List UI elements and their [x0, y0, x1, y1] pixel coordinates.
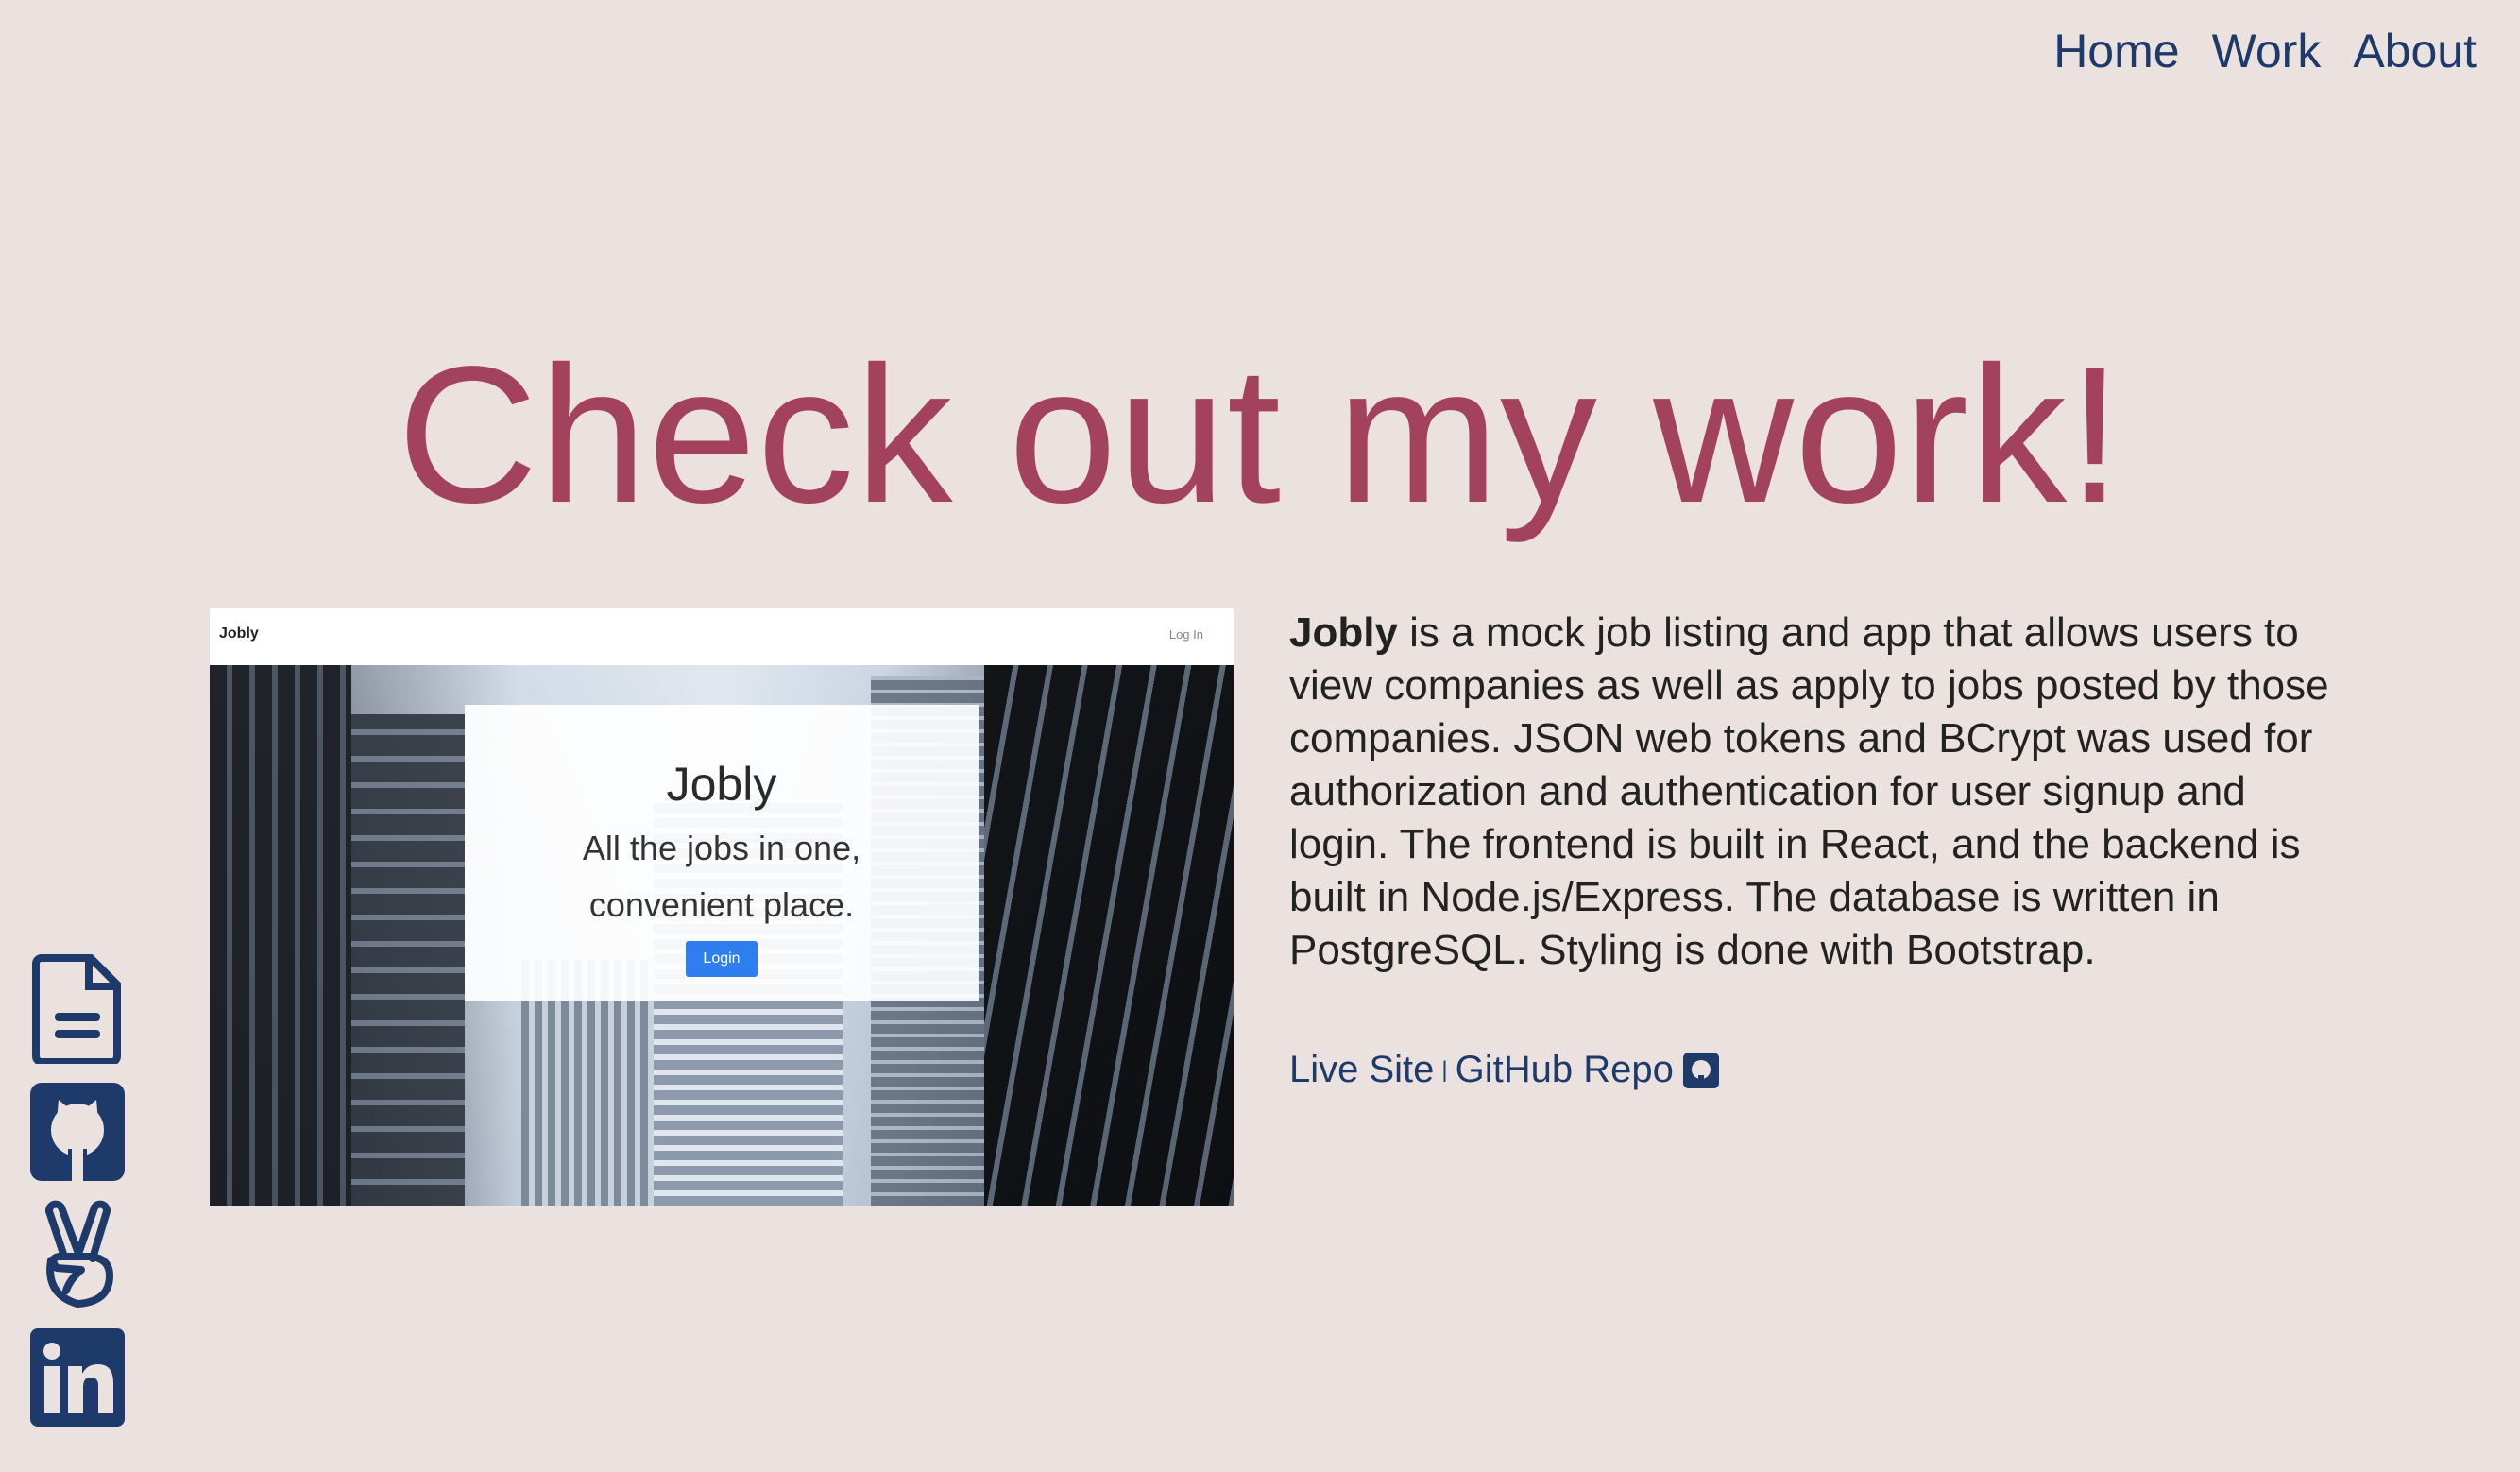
- top-nav: Home Work About: [2053, 21, 2477, 81]
- linkedin-icon[interactable]: [28, 1323, 127, 1432]
- nav-about-link[interactable]: About: [2353, 21, 2477, 81]
- project-description: Jobly is a mock job listing and app that…: [1289, 607, 2338, 977]
- angellist-icon[interactable]: [28, 1200, 127, 1309]
- page: Home Work About Check out my work! Jobly…: [0, 0, 2520, 1472]
- nav-work-link[interactable]: Work: [2212, 21, 2322, 81]
- github-repo-link[interactable]: GitHub Repo: [1456, 1049, 1674, 1091]
- github-icon[interactable]: [1682, 1052, 1719, 1088]
- project-links: Live Site | GitHub Repo: [1289, 1049, 1719, 1091]
- nav-home-link[interactable]: Home: [2053, 21, 2179, 81]
- building-shape: [351, 714, 465, 1206]
- github-icon[interactable]: [28, 1077, 127, 1187]
- project-name: Jobly: [1289, 609, 1398, 656]
- resume-icon[interactable]: [28, 954, 127, 1064]
- screenshot-login-button: Login: [686, 941, 758, 977]
- screenshot-card-subtitle: All the jobs in one, convenient place.: [582, 829, 861, 924]
- screenshot-card: Jobly All the jobs in one, convenient pl…: [465, 705, 979, 1001]
- building-shape: [210, 665, 351, 1206]
- screenshot-navbar: Jobly Log In: [210, 608, 1234, 666]
- screenshot-brand: Jobly: [219, 625, 259, 642]
- project-screenshot: Jobly Log In Jobly All the jobs in one, …: [210, 608, 1234, 1206]
- building-shape: [984, 665, 1234, 1206]
- screenshot-login-link: Log In: [1168, 627, 1203, 642]
- live-site-link[interactable]: Live Site: [1289, 1049, 1434, 1091]
- social-sidebar: [28, 954, 127, 1432]
- screenshot-card-title: Jobly: [666, 758, 777, 811]
- link-separator: |: [1441, 1056, 1448, 1083]
- page-title: Check out my work!: [397, 326, 2123, 543]
- project-description-text: is a mock job listing and app that allow…: [1289, 609, 2329, 973]
